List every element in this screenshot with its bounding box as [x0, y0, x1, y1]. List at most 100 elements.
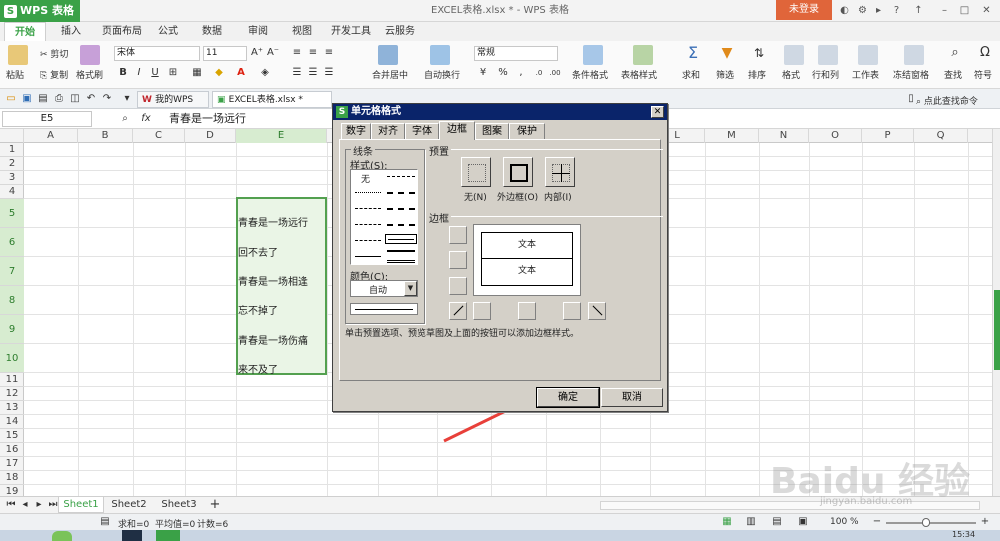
align-left-icon[interactable]: ☰: [290, 66, 304, 80]
tab-home[interactable]: 开始: [4, 22, 46, 41]
line-style-medium-dash-dot[interactable]: [387, 192, 415, 194]
grow-font-icon[interactable]: A⁺: [250, 46, 264, 60]
find-icon[interactable]: ⌕: [948, 46, 962, 60]
wrap-text-label[interactable]: 自动换行: [424, 68, 460, 81]
line-style-medium[interactable]: [387, 250, 415, 252]
paste-label[interactable]: 粘贴: [6, 68, 24, 81]
normal-view-icon[interactable]: ▦: [720, 515, 734, 529]
sum-label[interactable]: 求和: [682, 68, 700, 81]
border-diagonal-down-button[interactable]: [588, 302, 606, 320]
row-header-4[interactable]: 4: [0, 185, 24, 199]
line-style-list[interactable]: 无: [350, 169, 418, 265]
align-right-icon[interactable]: ☰: [322, 66, 336, 80]
column-header-m[interactable]: M: [705, 129, 759, 143]
dialog-tab-pattern[interactable]: 图案: [475, 123, 509, 139]
maximize-icon[interactable]: □: [958, 4, 971, 17]
border-diagonal-up-button[interactable]: [449, 302, 467, 320]
number-format-select[interactable]: 常规: [474, 46, 558, 61]
copy-button[interactable]: ⎘ 复制: [40, 68, 68, 81]
row-header-8[interactable]: 8: [0, 286, 24, 315]
dialog-close-button[interactable]: ✕: [651, 106, 664, 118]
font-name-select[interactable]: 宋体: [114, 46, 200, 61]
dialog-tab-alignment[interactable]: 对齐: [371, 123, 405, 139]
export-pdf-icon[interactable]: ▤: [36, 92, 50, 106]
page-layout-view-icon[interactable]: ▤: [770, 515, 784, 529]
page-break-view-icon[interactable]: ▥: [744, 515, 758, 529]
font-size-select[interactable]: 11: [203, 46, 247, 61]
login-button[interactable]: 未登录: [776, 0, 832, 20]
cell-e5[interactable]: 青春是一场远行: [238, 214, 308, 229]
settings-icon[interactable]: ⚙: [856, 4, 869, 17]
dialog-tab-border[interactable]: 边框: [439, 121, 475, 140]
cell-e6[interactable]: 回不去了: [238, 244, 278, 259]
sum-icon[interactable]: Σ: [686, 45, 700, 61]
line-style-medium-dash[interactable]: [387, 176, 415, 177]
merge-center-label[interactable]: 合并居中: [372, 68, 408, 81]
color-select[interactable]: 自动 ▼: [350, 280, 418, 297]
customize-icon[interactable]: ▾: [120, 92, 134, 106]
column-header-c[interactable]: C: [133, 129, 185, 143]
table-style-icon[interactable]: [633, 45, 653, 65]
column-header-e[interactable]: E: [236, 129, 327, 143]
italic-icon[interactable]: I: [132, 66, 146, 80]
row-header-16[interactable]: 16: [0, 443, 24, 457]
row-header-9[interactable]: 9: [0, 315, 24, 344]
row-header-6[interactable]: 6: [0, 228, 24, 257]
close-icon[interactable]: ✕: [980, 4, 993, 17]
tab-formulas[interactable]: 公式: [150, 22, 186, 41]
column-header-b[interactable]: B: [78, 129, 133, 143]
worksheet-label[interactable]: 工作表: [852, 68, 879, 81]
sheet-tab-1[interactable]: Sheet1: [58, 497, 104, 513]
currency-icon[interactable]: ¥: [476, 66, 490, 80]
fill-color-icon[interactable]: ◆: [212, 66, 226, 80]
line-style-slant[interactable]: [387, 208, 415, 210]
dialog-title-bar[interactable]: S 单元格格式: [333, 104, 667, 120]
worksheet-icon[interactable]: [858, 45, 878, 65]
zoom-out-icon[interactable]: −: [870, 515, 884, 529]
border-left-button[interactable]: [473, 302, 491, 320]
ok-button[interactable]: 确定: [536, 387, 600, 408]
add-sheet-icon[interactable]: +: [208, 498, 222, 512]
freeze-panes-icon[interactable]: [904, 45, 924, 65]
cell-e7[interactable]: 青春是一场相逢: [238, 273, 308, 288]
row-header-7[interactable]: 7: [0, 257, 24, 286]
line-style-dash-dot-dot[interactable]: [355, 240, 381, 241]
merge-icon[interactable]: ▦: [190, 66, 204, 80]
help-icon[interactable]: ?: [890, 4, 903, 17]
format-painter-label[interactable]: 格式刷: [76, 68, 103, 81]
taskbar-wps-icon[interactable]: [156, 530, 180, 541]
tab-developer[interactable]: 开发工具: [326, 22, 376, 41]
row-header-17[interactable]: 17: [0, 457, 24, 471]
rows-cols-icon[interactable]: [818, 45, 838, 65]
increase-decimal-icon[interactable]: .0: [532, 66, 546, 80]
filter-icon[interactable]: ▼: [720, 46, 734, 60]
column-header-d[interactable]: D: [185, 129, 236, 143]
prev-sheet-icon[interactable]: ◂: [18, 498, 32, 512]
dialog-tab-font[interactable]: 字体: [405, 123, 439, 139]
print-icon[interactable]: ⎙: [52, 92, 66, 106]
paste-icon[interactable]: [8, 45, 28, 65]
line-style-medium-dashed[interactable]: [387, 224, 415, 226]
save-icon[interactable]: ▣: [20, 92, 34, 106]
border-right-button[interactable]: [563, 302, 581, 320]
minimize-icon[interactable]: –: [938, 4, 951, 17]
app-menu-button[interactable]: SWPS 表格 ▾: [0, 0, 80, 39]
row-header-3[interactable]: 3: [0, 171, 24, 185]
border-icon[interactable]: ⊞: [166, 66, 180, 80]
decrease-decimal-icon[interactable]: .00: [548, 66, 562, 80]
dropdown-arrow-icon[interactable]: ▼: [404, 281, 417, 296]
clear-format-icon[interactable]: ◈: [258, 66, 272, 80]
line-style-dash-dot[interactable]: [355, 224, 381, 225]
select-all-corner[interactable]: [0, 129, 24, 143]
thousands-icon[interactable]: ,: [514, 66, 528, 80]
preset-inside-button[interactable]: [545, 157, 575, 187]
symbol-label[interactable]: 符号: [974, 68, 992, 81]
row-header-18[interactable]: 18: [0, 471, 24, 485]
column-header-p[interactable]: P: [862, 129, 914, 143]
preview-cell-top[interactable]: 文本: [481, 232, 573, 259]
column-header-n[interactable]: N: [759, 129, 809, 143]
preview-icon[interactable]: ◫: [68, 92, 82, 106]
bold-icon[interactable]: B: [116, 66, 130, 80]
conditional-format-icon[interactable]: [583, 45, 603, 65]
tab-page-layout[interactable]: 页面布局: [96, 22, 148, 41]
